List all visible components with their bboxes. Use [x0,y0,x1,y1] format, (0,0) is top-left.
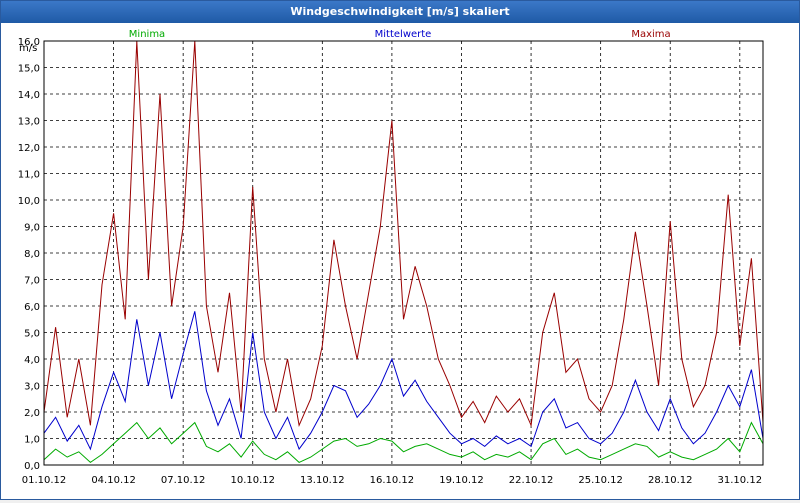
chart-window: Windgeschwindigkeit [m/s] skaliert m/s M… [0,0,800,500]
window-title: Windgeschwindigkeit [m/s] skaliert [1,1,799,23]
y-tick-label: 5,0 [24,329,40,340]
x-tick-label: 16.10.12 [370,475,415,486]
wind-speed-chart: m/s Minima Mittelwerte Maxima 0,01,02,03… [18,29,764,486]
y-tick-label: 4,0 [24,355,40,366]
plot-area-wrapper: m/s Minima Mittelwerte Maxima 0,0 1,0 2,0 3… [1,23,799,499]
y-tick-label: 1,0 [24,435,40,446]
y-tick-label: 8,0 [24,249,40,260]
y-tick-label: 3,0 [24,382,40,393]
x-tick-label: 28.10.12 [648,475,693,486]
y-tick-label: 9,0 [24,223,40,234]
series-line-minima [43,421,764,464]
x-tick-label: 01.10.12 [22,475,67,486]
x-tick-label: 04.10.12 [91,475,136,486]
series-line-mittelwerte [43,311,764,451]
series-lines [43,40,764,464]
legend-minima: Minima [129,29,165,40]
y-tick-label: 11,0 [18,170,40,181]
x-tick-label: 10.10.12 [230,475,275,486]
plot-frame [43,40,764,466]
y-tick-label: 2,0 [24,408,40,419]
x-tick-label: 07.10.12 [161,475,206,486]
tick-labels: 0,0 1,0 2,0 3,0 4,0 5,0 6,0 7,0 8,0 9,0 10,0 11,0 12… [18,37,762,486]
y-tick-label: 16,0 [18,37,40,48]
y-tick-label: 13,0 [18,117,40,128]
y-tick-label: 10,0 [18,196,40,207]
x-tick-label: 22.10.12 [509,475,554,486]
legend-mittelwerte: Mittelwerte [375,29,432,40]
y-tick-label: 6,0 [24,302,40,313]
x-tick-label: 13.10.12 [300,475,345,486]
x-tick-label: 25.10.12 [578,475,623,486]
y-tick-label: 12,0 [18,143,40,154]
y-tick-label: 15,0 [18,64,40,75]
legend-maxima: Maxima [631,29,670,40]
x-tick-label: 19.10.12 [439,475,484,486]
grid-lines [43,40,763,466]
y-tick-label: 14,0 [18,90,40,101]
y-tick-label: 0,0 [24,461,40,472]
y-tick-label: 7,0 [24,276,40,287]
x-tick-label: 31.10.12 [718,475,763,486]
